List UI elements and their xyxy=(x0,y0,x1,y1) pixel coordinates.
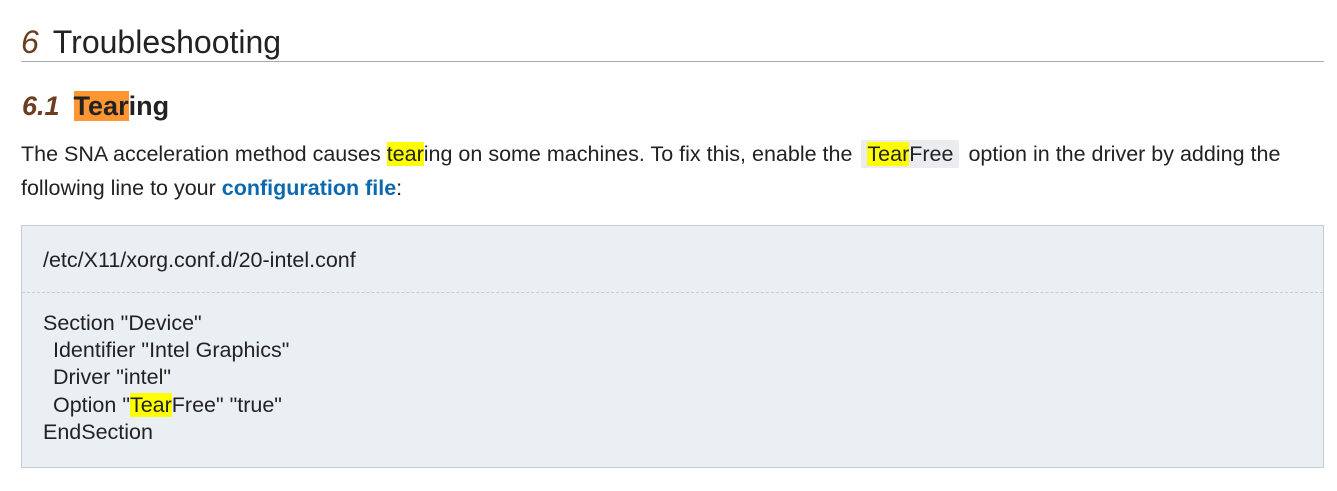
config-file-path: /etc/X11/xorg.conf.d/20-intel.conf xyxy=(43,248,356,272)
page: { "section": { "number": "6", "title": "… xyxy=(0,0,1337,491)
code-text: Option " xyxy=(53,392,130,417)
search-highlight: tear xyxy=(386,142,424,166)
code-box-header: /etc/X11/xorg.conf.d/20-intel.conf xyxy=(22,226,1323,293)
section-heading: 6 Troubleshooting xyxy=(21,22,1324,62)
search-highlight: Tear xyxy=(129,392,172,417)
code-line: EndSection xyxy=(43,419,153,444)
subsection-title-highlight: Tear xyxy=(73,91,129,121)
section-number: 6 xyxy=(21,24,39,60)
configuration-file-link[interactable]: configuration file xyxy=(222,176,396,200)
code-line: Option "TearFree" "true" xyxy=(43,392,289,419)
code-box: /etc/X11/xorg.conf.d/20-intel.conf Secti… xyxy=(21,225,1324,468)
section-title: Troubleshooting xyxy=(52,24,282,60)
code-text: Free" "true" xyxy=(171,392,282,417)
subsection-heading: 6.1 Tearing xyxy=(22,86,169,126)
paragraph-text: ing on some machines. To fix this, enabl… xyxy=(423,142,853,166)
inline-code-tearfree: TearFree xyxy=(861,140,960,168)
code-line: Driver "intel" xyxy=(53,365,172,390)
code-line: Section "Device" xyxy=(43,311,202,335)
paragraph: The SNA acceleration method causes teari… xyxy=(21,137,1324,205)
subsection-number: 6.1 xyxy=(22,91,60,121)
subsection-title-rest: ing xyxy=(128,91,170,121)
code-line: Identifier "Intel Graphics" xyxy=(53,338,290,363)
paragraph-text: : xyxy=(396,176,403,200)
inline-code-text: Free xyxy=(909,142,954,166)
paragraph-text: The SNA acceleration method causes xyxy=(21,142,387,166)
search-highlight: Tear xyxy=(867,142,910,166)
code-block: Section "Device" Identifier "Intel Graphi… xyxy=(43,310,289,446)
